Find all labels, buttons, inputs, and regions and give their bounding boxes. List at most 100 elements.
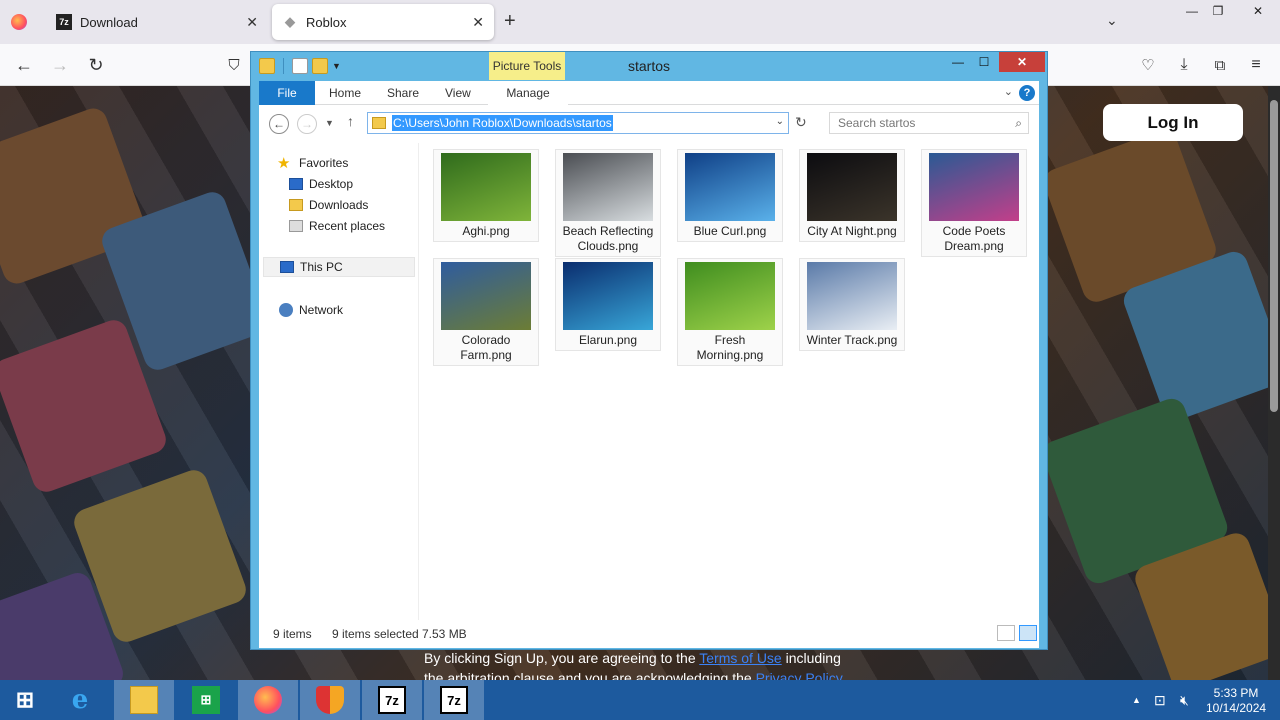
file-item[interactable]: Code Poets Dream.png	[921, 149, 1027, 257]
file-item[interactable]: Fresh Morning.png	[677, 258, 783, 366]
new-tab-button[interactable]: +	[504, 10, 516, 33]
back-icon[interactable]: ←	[269, 114, 289, 134]
network-icon	[279, 303, 293, 317]
tab-label: Download	[80, 14, 138, 30]
selected-count: 9 items selected	[332, 627, 419, 641]
downloads-folder-icon	[289, 199, 303, 211]
recent-places-icon	[289, 220, 303, 232]
file-name: Blue Curl.png	[693, 224, 767, 238]
image-thumbnail	[563, 262, 653, 330]
taskbar-firefox[interactable]	[238, 680, 298, 720]
shield-icon[interactable]: ⛉	[222, 54, 246, 76]
clock-time: 5:33 PM	[1213, 686, 1259, 700]
start-button[interactable]: ⊞	[0, 680, 50, 720]
taskbar-file-explorer[interactable]	[114, 680, 174, 720]
firefox-view-button[interactable]	[6, 10, 32, 34]
tab-file[interactable]: File	[259, 81, 315, 105]
large-icons-view-icon[interactable]	[1019, 625, 1037, 641]
file-thumbnail-grid: Aghi.png Beach Reflecting Clouds.png Blue …	[427, 143, 1039, 620]
close-tab-icon[interactable]: ✕	[246, 14, 258, 31]
taskbar-security[interactable]	[300, 680, 360, 720]
page-scrollbar-thumb[interactable]	[1270, 100, 1278, 412]
tab-manage[interactable]: Manage	[488, 81, 568, 105]
expand-ribbon-icon[interactable]: ⌄	[1004, 85, 1013, 98]
file-name: Code Poets Dream.png	[942, 224, 1006, 253]
refresh-icon[interactable]: ↻	[795, 114, 807, 131]
tab-share[interactable]: Share	[387, 81, 419, 105]
nav-item-recent-places[interactable]: Recent places	[289, 216, 385, 236]
file-item[interactable]: City At Night.png	[799, 149, 905, 242]
file-explorer-window: ▼ startos Picture Tools — ☐ ✕ File Home …	[250, 51, 1048, 650]
address-text[interactable]: C:\Users\John Roblox\Downloads\startos	[392, 115, 613, 131]
forward-icon[interactable]: →	[48, 54, 72, 76]
back-icon[interactable]: ←	[12, 54, 36, 76]
up-icon[interactable]: ↑	[347, 113, 354, 129]
nav-label: Downloads	[309, 198, 369, 212]
file-name: Aghi.png	[462, 224, 510, 238]
tab-home[interactable]: Home	[329, 81, 361, 105]
nav-label: This PC	[300, 260, 343, 274]
file-item[interactable]: Beach Reflecting Clouds.png	[555, 149, 661, 257]
help-icon[interactable]: ?	[1019, 85, 1035, 101]
search-input[interactable]: Search startos ⌕	[829, 112, 1029, 134]
minimize-icon[interactable]: —	[945, 52, 971, 72]
nav-item-desktop[interactable]: Desktop	[289, 174, 353, 194]
image-thumbnail	[807, 153, 897, 221]
address-dropdown-icon[interactable]: ⌄	[776, 116, 784, 127]
tab-roblox[interactable]: ◆ Roblox ✕	[272, 4, 494, 40]
extensions-icon[interactable]: ⧉	[1208, 54, 1232, 76]
login-button[interactable]: Log In	[1103, 104, 1243, 141]
taskbar-7zip-second[interactable]: 7z	[424, 680, 484, 720]
menu-icon[interactable]: ≡	[1244, 54, 1268, 76]
downloads-icon[interactable]: ⤓	[1172, 54, 1196, 76]
reload-icon[interactable]: ↻	[84, 54, 108, 76]
windows-logo-icon: ⊞	[15, 687, 35, 712]
tab-view[interactable]: View	[445, 81, 471, 105]
forward-icon[interactable]: →	[297, 114, 317, 134]
nav-item-network[interactable]: Network	[279, 300, 343, 320]
taskbar-clock[interactable]: 5:33 PM 10/14/2024	[1206, 686, 1266, 716]
file-name: Colorado Farm.png	[460, 333, 512, 362]
nav-item-this-pc[interactable]: This PC	[263, 257, 415, 277]
file-item[interactable]: Elarun.png	[555, 258, 661, 351]
image-thumbnail	[441, 153, 531, 221]
file-name: City At Night.png	[807, 224, 897, 238]
navigation-pane: ★ Favorites Desktop Downloads Recent pla…	[259, 143, 419, 620]
volume-muted-icon[interactable]: 🔇︎	[1180, 692, 1189, 709]
nav-label: Desktop	[309, 177, 354, 191]
file-item[interactable]: Colorado Farm.png	[433, 258, 539, 366]
roblox-icon: ◆	[285, 14, 295, 29]
explorer-title-bar[interactable]: ▼ startos Picture Tools — ☐ ✕	[251, 52, 1047, 80]
network-tray-icon[interactable]: ⊡	[1154, 692, 1166, 709]
show-hidden-icons-icon[interactable]: ▲	[1132, 695, 1141, 705]
item-count: 9 items	[273, 627, 312, 641]
address-input[interactable]: C:\Users\John Roblox\Downloads\startos ⌄	[367, 112, 789, 134]
search-placeholder: Search startos	[838, 116, 916, 130]
file-item[interactable]: Winter Track.png	[799, 258, 905, 351]
list-all-tabs-icon[interactable]: ⌄	[1106, 12, 1118, 29]
close-icon[interactable]: ✕	[999, 52, 1045, 72]
computer-icon	[280, 261, 294, 273]
recent-locations-icon[interactable]: ▼	[325, 118, 334, 128]
file-item[interactable]: Blue Curl.png	[677, 149, 783, 242]
taskbar-internet-explorer[interactable]: e	[50, 680, 110, 720]
search-icon[interactable]: ⌕	[1015, 116, 1022, 131]
taskbar-7zip[interactable]: 7z	[362, 680, 422, 720]
nav-item-favorites[interactable]: ★ Favorites	[277, 153, 348, 173]
close-tab-icon[interactable]: ✕	[472, 14, 484, 31]
terms-of-use-link[interactable]: Terms of Use	[699, 650, 781, 666]
status-bar: 9 items 9 items selected 7.53 MB	[259, 620, 1039, 648]
nav-item-downloads[interactable]: Downloads	[289, 195, 368, 215]
star-icon: ★	[277, 155, 291, 172]
tab-download[interactable]: 7z Download ✕	[46, 4, 268, 40]
taskbar-store[interactable]: ⊞	[176, 680, 236, 720]
maximize-icon[interactable]: ☐	[971, 52, 997, 72]
system-tray: ▲ ⊡ 🔇︎	[1130, 680, 1200, 720]
pocket-icon[interactable]: ♡	[1136, 54, 1160, 76]
restore-icon[interactable]: ❐	[1204, 0, 1232, 22]
file-explorer-icon	[130, 686, 158, 714]
file-item[interactable]: Aghi.png	[433, 149, 539, 242]
details-view-icon[interactable]	[997, 625, 1015, 641]
close-window-icon[interactable]: ✕	[1236, 0, 1280, 22]
minimize-icon[interactable]: —	[1178, 0, 1206, 22]
